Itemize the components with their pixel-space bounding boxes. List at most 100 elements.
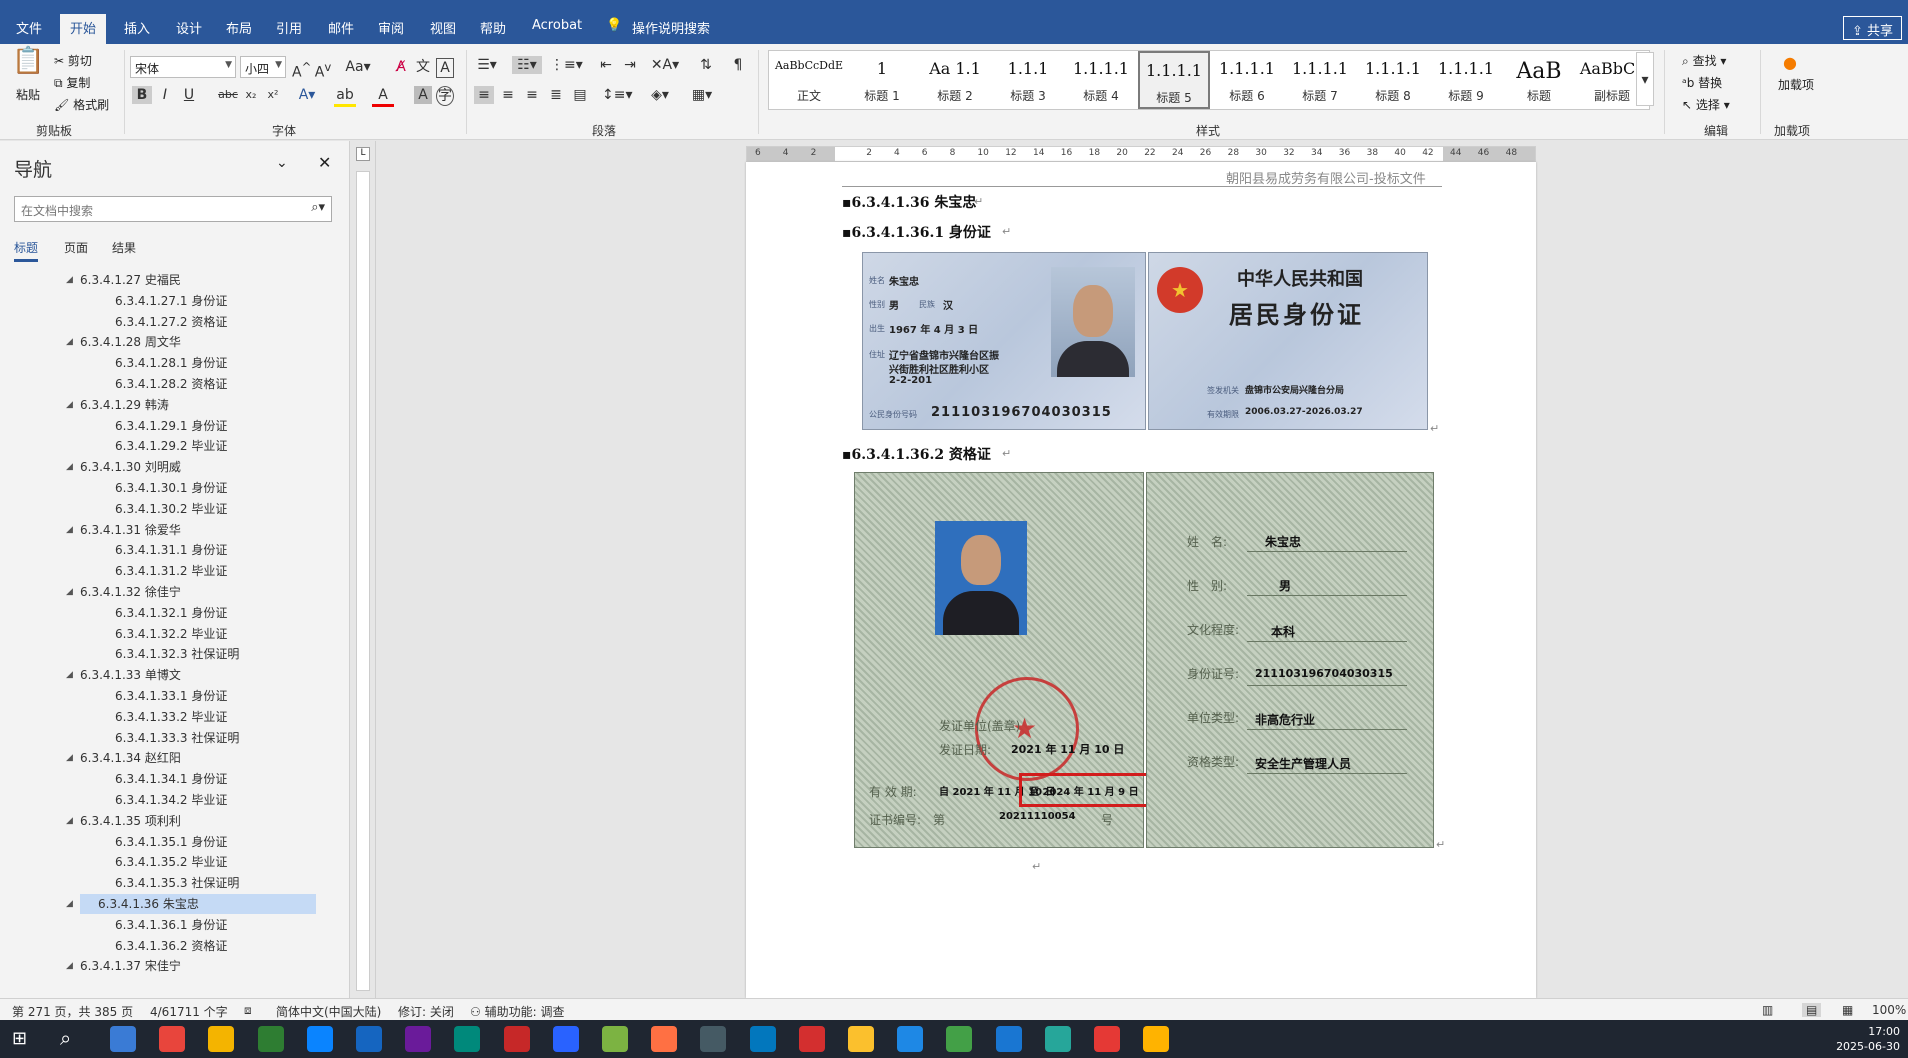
explorer-app-icon[interactable] <box>1143 1026 1170 1052</box>
style-item[interactable]: 1 标题 1 <box>846 51 918 109</box>
nav-subheading-item[interactable]: 6.3.4.1.28.1 身份证 <box>115 353 227 373</box>
align-left-icon[interactable]: ≡ <box>474 86 494 104</box>
nav-subheading-item[interactable]: 6.3.4.1.31.2 毕业证 <box>115 561 227 581</box>
nav-heading-item[interactable]: ◢ 6.3.4.1.31 徐爱华 <box>66 520 181 540</box>
font-name-combo[interactable]: 宋体 ▼ <box>130 56 236 78</box>
wechat-app-icon[interactable] <box>552 1026 579 1052</box>
character-shading-icon[interactable]: A <box>414 86 432 104</box>
nav-tab-headings[interactable]: 标题 <box>14 239 39 262</box>
search-icon[interactable]: ⌕ <box>60 1026 71 1050</box>
tab-selector[interactable]: L <box>356 147 370 161</box>
tab-references[interactable]: 引用 <box>276 18 302 37</box>
nav-tab-pages[interactable]: 页面 <box>64 239 88 256</box>
nav-subheading-item[interactable]: 6.3.4.1.32.1 身份证 <box>115 603 227 623</box>
proofing-icon[interactable]: ⧈ <box>244 1003 252 1018</box>
qualification-certificate-image[interactable]: ★ 发证单位(盖章) 发证日期: 2021 年 11 月 10 日 有 效 期:… <box>854 472 1434 848</box>
heading-id-card[interactable]: ▪6.3.4.1.36.1 身份证 <box>842 222 991 242</box>
nav-subheading-item[interactable]: 6.3.4.1.35.1 身份证 <box>115 832 227 852</box>
nav-subheading-item[interactable]: 6.3.4.1.28.2 资格证 <box>115 374 227 394</box>
underline-icon[interactable]: U <box>180 86 198 104</box>
nav-subheading-item[interactable]: 6.3.4.1.35.2 毕业证 <box>115 852 227 872</box>
nav-heading-item[interactable]: ◢ 6.3.4.1.36 朱宝忠 <box>66 894 316 914</box>
numbering-icon[interactable]: ☷▾ <box>512 56 542 74</box>
nav-subheading-item[interactable]: 6.3.4.1.33.1 身份证 <box>115 686 227 706</box>
style-item[interactable]: 1.1.1.1 标题 7 <box>1284 51 1356 109</box>
nav-heading-item[interactable]: ◢ 6.3.4.1.35 项利利 <box>66 811 181 831</box>
collapse-triangle-icon[interactable]: ◢ <box>66 395 73 415</box>
nav-subheading-item[interactable]: 6.3.4.1.27.2 资格证 <box>115 312 227 332</box>
format-painter-button[interactable]: 🖌 格式刷 <box>54 96 109 113</box>
shading-icon[interactable]: ◈▾ <box>646 86 674 104</box>
line-spacing-icon[interactable]: ↕≡▾ <box>602 86 633 104</box>
edge-app-icon[interactable] <box>306 1026 333 1052</box>
tab-mailings[interactable]: 邮件 <box>328 18 354 37</box>
multilevel-list-icon[interactable]: ⋮≡▾ <box>550 56 583 74</box>
notes-app-icon[interactable] <box>1044 1026 1071 1052</box>
shrink-font-icon[interactable]: Av <box>314 58 332 82</box>
chrome-app-icon[interactable] <box>159 1026 186 1052</box>
nav-subheading-item[interactable]: 6.3.4.1.32.2 毕业证 <box>115 624 227 644</box>
collapse-triangle-icon[interactable]: ◢ <box>66 582 73 602</box>
collapse-triangle-icon[interactable]: ◢ <box>66 270 73 290</box>
nav-heading-item[interactable]: ◢ 6.3.4.1.34 赵红阳 <box>66 748 181 768</box>
nav-heading-item[interactable]: ◢ 6.3.4.1.33 单博文 <box>66 665 181 685</box>
nav-subheading-item[interactable]: 6.3.4.1.36.1 身份证 <box>115 915 227 935</box>
tab-insert[interactable]: 插入 <box>124 18 150 37</box>
photo-app-icon[interactable] <box>208 1026 235 1052</box>
strikethrough-icon[interactable]: abc <box>218 86 238 104</box>
page-count[interactable]: 第 271 页，共 385 页 <box>12 1003 133 1020</box>
text-effects-icon[interactable]: A▾ <box>296 86 318 104</box>
nav-subheading-item[interactable]: 6.3.4.1.33.2 毕业证 <box>115 707 227 727</box>
font-size-combo[interactable]: 小四 ▼ <box>240 56 286 78</box>
tab-acrobat[interactable]: Acrobat <box>532 18 582 33</box>
calculator-app-icon[interactable] <box>110 1026 136 1052</box>
tab-home[interactable]: 开始 <box>60 14 107 44</box>
excel-app-icon[interactable] <box>946 1026 973 1052</box>
tab-design[interactable]: 设计 <box>176 18 202 37</box>
nav-heading-item[interactable]: ◢ 6.3.4.1.29 韩涛 <box>66 395 169 415</box>
chinese-layout-icon[interactable]: ✕A▾ <box>650 56 680 74</box>
word-count[interactable]: 4/61711 个字 <box>150 1003 228 1020</box>
share-button[interactable]: ⇪ 共享 <box>1842 16 1902 40</box>
collapse-triangle-icon[interactable]: ◢ <box>66 665 73 685</box>
heading-person[interactable]: ▪6.3.4.1.36 朱宝忠 <box>842 192 976 212</box>
chevron-down-icon[interactable]: ⌄ <box>276 155 288 171</box>
justify-icon[interactable]: ≣ <box>546 86 566 104</box>
fish-app-icon[interactable] <box>749 1026 776 1052</box>
web-layout-icon[interactable]: ▦ <box>1842 1003 1853 1017</box>
nav-heading-item[interactable]: ◢ 6.3.4.1.28 周文华 <box>66 332 181 352</box>
acrobat-app-icon[interactable] <box>848 1026 874 1052</box>
enclose-characters-icon[interactable]: 字 <box>436 86 454 106</box>
loop-app-icon[interactable] <box>798 1026 825 1052</box>
style-item[interactable]: 1.1.1 标题 3 <box>992 51 1064 109</box>
teams-app-icon[interactable] <box>257 1026 284 1052</box>
music-app-icon[interactable] <box>602 1026 628 1052</box>
nav-subheading-item[interactable]: 6.3.4.1.29.1 身份证 <box>115 416 227 436</box>
windows-start-icon[interactable]: ⊞ <box>12 1028 27 1049</box>
addin-icon[interactable]: ● <box>1782 54 1798 72</box>
nav-subheading-item[interactable]: 6.3.4.1.30.1 身份证 <box>115 478 227 498</box>
increase-indent-icon[interactable]: ⇥ <box>620 56 640 74</box>
vertical-scrollbar[interactable] <box>1896 141 1908 998</box>
subscript-icon[interactable]: x₂ <box>242 86 260 104</box>
nav-heading-item[interactable]: ◢ 6.3.4.1.30 刘明威 <box>66 457 181 477</box>
stocks-app-icon[interactable] <box>405 1026 432 1052</box>
collapse-triangle-icon[interactable]: ◢ <box>66 811 73 831</box>
collapse-triangle-icon[interactable]: ◢ <box>66 457 73 477</box>
nav-heading-item[interactable]: ◢ 6.3.4.1.27 史福民 <box>66 270 181 290</box>
close-icon[interactable]: ✕ <box>318 153 331 172</box>
style-item[interactable]: 1.1.1.1 标题 9 <box>1430 51 1502 109</box>
nav-subheading-item[interactable]: 6.3.4.1.34.1 身份证 <box>115 769 227 789</box>
tab-help[interactable]: 帮助 <box>480 18 506 37</box>
files-app-icon[interactable] <box>503 1026 530 1052</box>
paste-button[interactable]: 粘贴 <box>16 86 40 103</box>
bullets-icon[interactable]: ☰▾ <box>474 56 500 74</box>
collapse-triangle-icon[interactable]: ◢ <box>66 894 73 914</box>
clear-formatting-icon[interactable]: A̸ <box>392 58 410 76</box>
sort-icon[interactable]: ⇅ <box>696 56 716 74</box>
styles-more-icon[interactable]: ▾ <box>1636 52 1654 106</box>
winrar-app-icon[interactable] <box>1094 1026 1120 1052</box>
highlight-icon[interactable]: ab <box>334 86 356 107</box>
paste-icon[interactable]: 📋 <box>12 48 44 84</box>
distributed-icon[interactable]: ▤ <box>570 86 590 104</box>
